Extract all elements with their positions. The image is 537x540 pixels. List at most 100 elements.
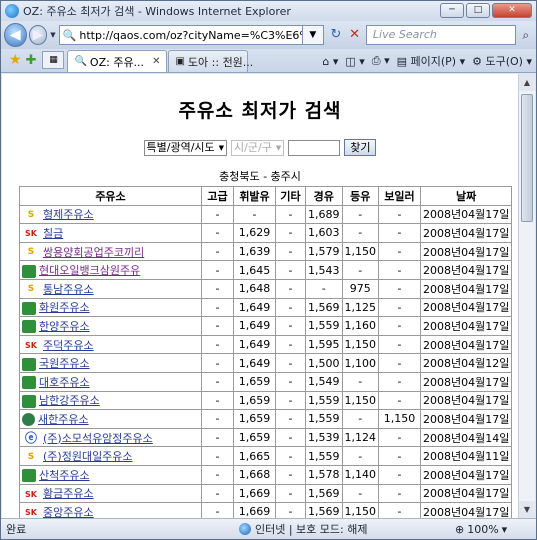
station-link[interactable]: 중앙주유소	[43, 506, 94, 518]
security-zone[interactable]: 인터넷 | 보호 모드: 해제	[239, 521, 449, 537]
station-cell: SK 황금주유소	[19, 483, 202, 504]
station-cell: S (주)정원대일주유소	[19, 446, 202, 466]
premium-cell: -	[201, 297, 234, 318]
address-url[interactable]: http://qaos.com/oz?cityName=%C3%E6%C3%BB	[79, 29, 302, 42]
premium-cell: -	[201, 353, 234, 373]
kerosene-cell: 1,140	[341, 464, 379, 485]
tab-doa[interactable]: ▣ 도아 :: 전원...	[168, 50, 253, 72]
tab-oz[interactable]: 🔍 OZ: 주유... ✕	[67, 50, 168, 72]
tab-close-icon[interactable]: ✕	[152, 56, 160, 67]
date-cell: 2008년04월17일	[419, 334, 513, 355]
zoom-control[interactable]: ⊕ 100% ▾	[455, 523, 507, 536]
station-link[interactable]: 국원주유소	[39, 357, 90, 370]
gasoline-cell: 1,668	[233, 464, 276, 485]
premium-cell: -	[201, 223, 234, 243]
scroll-up-icon[interactable]: ▲	[519, 74, 535, 91]
boiler-cell: -	[378, 464, 421, 485]
station-link[interactable]: 한양주유소	[39, 320, 90, 333]
address-dropdown-icon[interactable]: ▼	[303, 25, 324, 45]
kerosene-cell: 1,100	[341, 353, 379, 373]
station-link[interactable]: 새한주유소	[38, 413, 89, 426]
tab-label: 도아 :: 전원...	[187, 55, 254, 69]
add-favorite-icon[interactable]: ✚	[26, 53, 37, 68]
brand-logo-icon	[22, 357, 36, 371]
print-icon[interactable]: ⎙ ▾	[372, 54, 390, 68]
station-link[interactable]: 남한강주유소	[39, 394, 100, 407]
gasoline-cell: 1,629	[233, 223, 276, 243]
vertical-scrollbar[interactable]: ▲ ▼	[518, 74, 535, 518]
kerosene-cell: -	[341, 446, 379, 466]
boiler-cell: -	[378, 390, 421, 411]
stop-icon[interactable]: ✕	[345, 25, 364, 45]
station-link[interactable]: 형제주유소	[43, 208, 94, 221]
other-cell: -	[275, 334, 306, 355]
premium-cell: -	[201, 316, 234, 336]
station-link[interactable]: 주덕주유소	[43, 339, 94, 352]
station-link[interactable]: 통남주유소	[43, 283, 94, 296]
feeds-icon[interactable]: ◫ ▾	[345, 55, 364, 68]
address-row: ◀ ▶ ▼ 🔍 http://qaos.com/oz?cityName=%C3%…	[1, 21, 536, 49]
date-cell: 2008년04월17일	[419, 223, 513, 243]
diesel-cell: 1,579	[305, 241, 343, 262]
tools-menu[interactable]: ⚙ 도구(O) ▾	[472, 53, 532, 69]
station-link[interactable]: 대호주유소	[39, 376, 90, 389]
table-row: SK 중앙주유소 -1,669-1,569 1,150-2008년04월17일	[19, 502, 513, 518]
region-label: 충청북도 - 충주시	[219, 170, 301, 183]
quick-tabs-icon[interactable]: ▦	[42, 51, 65, 69]
kerosene-cell: 1,160	[341, 316, 379, 336]
boiler-cell: -	[378, 278, 421, 299]
station-link[interactable]: 현대오일뱅크삼원주유	[39, 264, 140, 277]
station-link[interactable]: (주)정원대일주유소	[43, 450, 133, 463]
column-header: 등유	[341, 186, 379, 206]
other-cell: -	[275, 409, 306, 429]
station-link[interactable]: 화원주유소	[39, 301, 90, 314]
station-link[interactable]: 산척주유소	[39, 469, 90, 482]
back-button[interactable]: ◀	[4, 23, 27, 47]
column-header: 주유소	[19, 186, 202, 206]
date-cell: 2008년04월12일	[419, 353, 513, 373]
station-link[interactable]: (주)소모석유암정주유소	[43, 432, 153, 445]
boiler-cell: 1,150	[378, 409, 421, 429]
boiler-cell: -	[378, 446, 421, 466]
address-bar[interactable]: 🔍 http://qaos.com/oz?cityName=%C3%E6%C3%…	[58, 25, 304, 45]
province-select[interactable]: 특별/광역/시도 ▼	[143, 139, 228, 156]
brand-logo-icon	[22, 320, 36, 334]
title-bar: OZ: 주유소 최저가 검색 - Windows Internet Explor…	[1, 1, 536, 21]
gasoline-cell: -	[233, 204, 276, 225]
boiler-cell: -	[378, 204, 421, 225]
favorites-star-icon[interactable]: ★	[9, 52, 22, 68]
kerosene-cell: -	[341, 260, 379, 280]
forward-button[interactable]: ▶	[28, 25, 48, 45]
boiler-cell: -	[378, 353, 421, 373]
station-link[interactable]: 황금주유소	[43, 487, 94, 500]
history-dropdown-icon[interactable]: ▼	[50, 31, 55, 39]
tab-page-icon: ▣	[175, 56, 185, 67]
maximize-button[interactable]: □	[466, 3, 490, 18]
keyword-input[interactable]	[288, 139, 341, 156]
page-menu[interactable]: ▤ 페이지(P) ▾	[397, 53, 466, 69]
premium-cell: -	[201, 371, 234, 392]
search-icon[interactable]: ⌕	[516, 25, 537, 45]
city-select[interactable]: 시/군/구 ▼	[231, 139, 285, 156]
gasoline-cell: 1,649	[233, 297, 276, 318]
other-cell: -	[275, 223, 306, 243]
scroll-thumb[interactable]	[521, 94, 533, 222]
diesel-cell: 1,578	[305, 464, 343, 485]
scroll-down-icon[interactable]: ▼	[519, 501, 535, 518]
refresh-icon[interactable]: ↻	[327, 25, 346, 45]
home-icon[interactable]: ⌂ ▾	[322, 55, 338, 68]
station-link[interactable]: 칠금	[43, 227, 63, 240]
zoom-icon: ⊕	[455, 522, 465, 536]
find-button[interactable]: 찾기	[344, 139, 377, 156]
station-link[interactable]: 쌍용양회공업주코끼리	[43, 246, 144, 259]
gasoline-cell: 1,659	[233, 371, 276, 392]
minimize-button[interactable]: ─	[440, 3, 464, 18]
table-row: 국원주유소 -1,649-1,500 1,100-2008년04월12일	[19, 353, 513, 373]
diesel-cell: 1,595	[305, 334, 343, 355]
kerosene-cell: 1,150	[341, 334, 379, 355]
station-cell: S 형제주유소	[19, 204, 202, 225]
date-cell: 2008년04월17일	[419, 297, 513, 318]
search-input[interactable]: Live Search	[365, 25, 516, 45]
close-button[interactable]: ✕	[492, 3, 532, 18]
column-header: 경유	[305, 186, 343, 206]
